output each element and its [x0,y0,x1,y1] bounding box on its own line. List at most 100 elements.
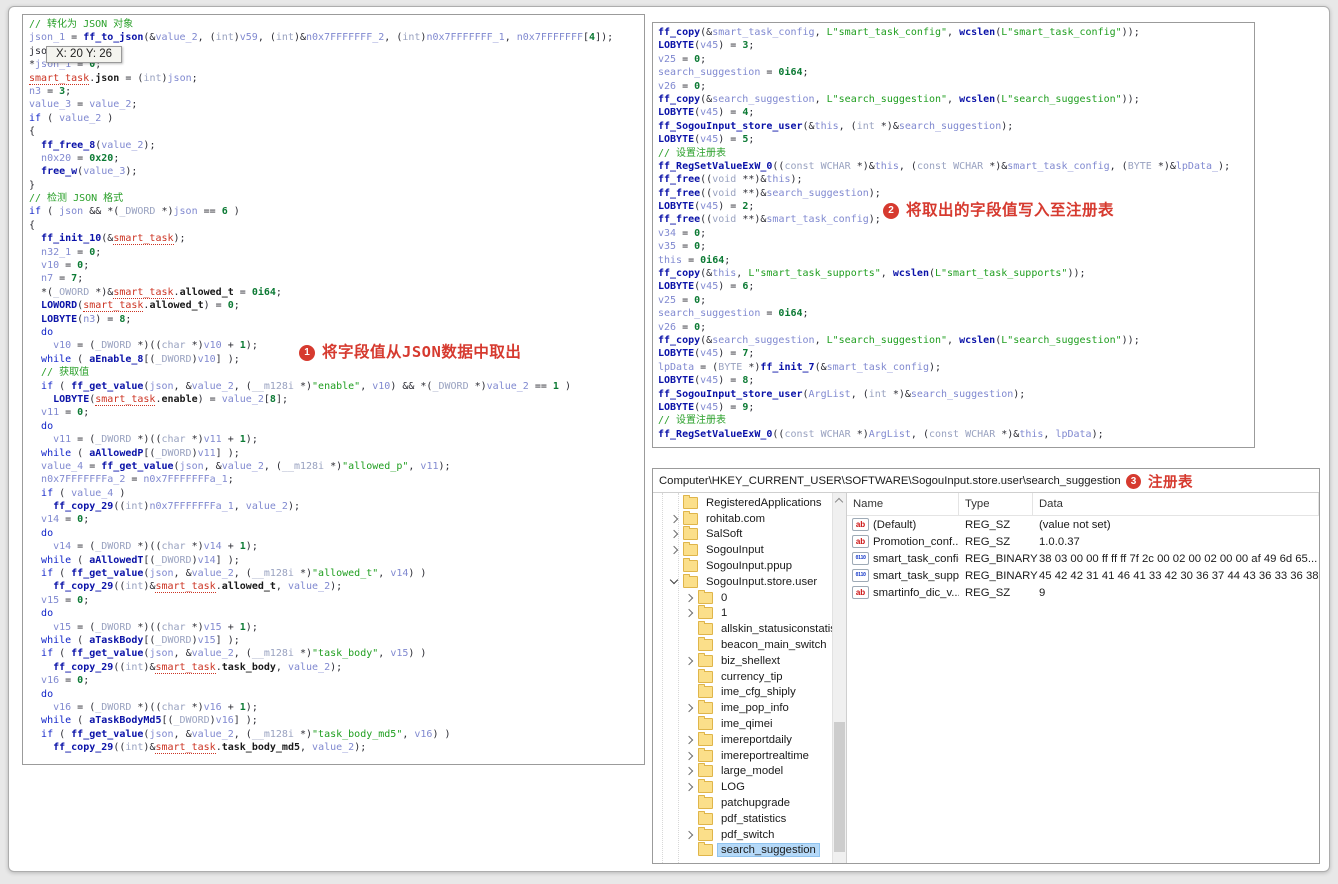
tree-item-rohitab-com[interactable]: rohitab.com [653,510,846,527]
folder-icon [698,621,713,636]
tree-item-label[interactable]: beacon_main_switch [718,639,830,651]
annotation-1: 1 将字段值从JSON数据中取出 [299,344,521,361]
tree-item-label[interactable]: imereportrealtime [718,750,812,762]
registry-body: RegisteredApplications rohitab.com SalSoft… [653,493,1319,863]
value-name[interactable]: Promotion_conf... [873,536,959,548]
chevron-right-icon[interactable] [684,704,694,713]
value-name[interactable]: smart_task_config [873,553,959,565]
tree-item-imereportrealtime[interactable]: imereportrealtime [653,747,846,764]
code-line: do [41,608,54,620]
chevron-right-icon[interactable] [684,782,694,792]
column-header-data[interactable]: Data [1033,493,1319,515]
chevron-right-icon[interactable] [669,514,679,523]
scrollbar-up-arrow-icon[interactable] [833,493,846,506]
tree-item-beacon-main-switch[interactable]: beacon_main_switch [653,637,846,653]
tree-item-biz-shellext[interactable]: biz_shellext [653,652,846,669]
tree-item-label[interactable]: allskin_statusiconstatis [718,623,839,635]
value-type: REG_SZ [965,535,1011,548]
tree-item-label[interactable]: LOG [718,781,748,793]
code-line: v16 = (_DWORD *)((char *)v16 + 1); [53,701,258,713]
tree-item-label[interactable]: rohitab.com [703,513,768,525]
folder-icon [698,747,713,762]
tree-item-pdf-switch[interactable]: pdf_switch [653,826,846,843]
chevron-right-icon[interactable] [684,656,694,666]
value-name-cell[interactable]: smartinfo_dic_v... [847,586,959,599]
tree-item-label[interactable]: SogouInput.store.user [703,576,820,588]
tree-item-0[interactable]: 0 [653,589,846,606]
tree-item-label[interactable]: ime_pop_info [718,702,792,714]
code-line: n0x7FFFFFFFa_2 = n0x7FFFFFFFa_1; [41,474,234,486]
tree-item-1[interactable]: 1 [653,605,846,622]
code-line: ff_copy(&search_suggestion, L"search_sug… [658,93,1140,105]
tree-item-label[interactable]: SalSoft [703,528,745,540]
value-name[interactable]: smart_task_supp... [873,570,959,582]
chevron-right-icon[interactable] [684,609,694,618]
registry-value-row[interactable]: smartinfo_dic_v... REG_SZ 9 [847,584,1319,601]
tree-item-label[interactable]: ime_qimei [718,718,775,730]
code-line: // 转化为 JSON 对象 [29,19,134,30]
tree-item-large-model[interactable]: large_model [653,763,846,780]
folder-icon [698,652,713,667]
chevron-right-icon[interactable] [684,593,694,602]
chevron-right-icon[interactable] [684,767,694,776]
tree-item-ime-cfg-shiply[interactable]: ime_cfg_shiply [653,684,846,701]
value-name-cell[interactable]: smart_task_supp... [847,569,959,582]
code-line: v15 = (_DWORD *)((char *)v15 + 1); [53,621,258,633]
registry-address[interactable]: Computer\HKEY_CURRENT_USER\SOFTWARE\Sogo… [659,475,1121,487]
value-data: 45 42 42 31 41 46 41 33 42 30 36 37 44 4… [1039,569,1319,582]
tree-item-label[interactable]: biz_shellext [718,655,783,667]
reg-sz-icon [852,535,869,548]
tree-item-currency-tip[interactable]: currency_tip [653,668,846,685]
tree-item-label[interactable]: SogouInput [703,544,767,556]
tree-item-pdf-statistics[interactable]: pdf_statistics [653,810,846,827]
tree-item-sogouinput[interactable]: SogouInput [653,542,846,558]
tree-item-label[interactable]: patchupgrade [718,797,793,809]
tree-item-label[interactable]: SogouInput.ppup [703,560,795,572]
column-header-name[interactable]: Name [847,493,959,515]
tree-item-label[interactable]: large_model [718,765,786,777]
tree-item-label[interactable]: ime_cfg_shiply [718,686,799,698]
tree-item-imereportdaily[interactable]: imereportdaily [653,731,846,748]
code-line: ff_copy(&this, L"smart_task_supports", w… [658,268,1086,280]
tree-item-sogouinput-store-user[interactable]: SogouInput.store.user [653,573,846,590]
chevron-right-icon[interactable] [684,751,694,760]
chevron-right-icon[interactable] [669,546,679,555]
tree-item-label[interactable]: pdf_statistics [718,813,789,825]
code-line: v35 = 0; [658,241,707,253]
tree-item-label[interactable]: pdf_switch [718,829,777,841]
tree-item-patchupgrade[interactable]: patchupgrade [653,795,846,811]
tree-item-label[interactable]: 0 [718,592,730,604]
value-name-cell[interactable]: (Default) [847,518,959,531]
value-name[interactable]: smartinfo_dic_v... [873,587,959,599]
tree-item-ime-qimei[interactable]: ime_qimei [653,716,846,732]
chevron-right-icon[interactable] [669,530,679,539]
registry-address-bar[interactable]: Computer\HKEY_CURRENT_USER\SOFTWARE\Sogo… [653,469,1319,493]
tree-item-label[interactable]: currency_tip [718,671,786,683]
registry-value-row[interactable]: (Default) REG_SZ (value not set) [847,516,1319,533]
code-line: ff_copy(&search_suggestion, L"search_sug… [658,334,1140,346]
tree-item-sogouinput-ppup[interactable]: SogouInput.ppup [653,558,846,574]
tree-item-allskin-statusiconstatis[interactable]: allskin_statusiconstatis [653,621,846,637]
tree-item-label[interactable]: 1 [718,607,730,619]
chevron-down-icon[interactable] [669,576,679,585]
chevron-right-icon[interactable] [684,735,694,745]
tree-item-label[interactable]: RegisteredApplications [703,497,825,509]
registry-value-row[interactable]: smart_task_supp... REG_BINARY45 42 42 31 … [847,567,1319,584]
value-name-cell[interactable]: Promotion_conf... [847,535,959,548]
scrollbar-thumb[interactable] [834,722,845,852]
value-name[interactable]: (Default) [873,519,916,531]
value-name-cell[interactable]: smart_task_config [847,552,959,565]
registry-value-row[interactable]: smart_task_config REG_BINARY38 03 00 00 f… [847,550,1319,567]
tree-item-label[interactable]: search_suggestion [717,843,820,858]
tree-item-label[interactable]: imereportdaily [718,734,795,746]
tree-item-salsoft[interactable]: SalSoft [653,526,846,543]
registry-value-row[interactable]: Promotion_conf... REG_SZ 1.0.0.37 [847,533,1319,550]
tree-item-search-suggestion[interactable]: search_suggestion [653,842,846,859]
tree-scrollbar[interactable] [832,493,846,863]
tree-item-log[interactable]: LOG [653,779,846,795]
column-header-type[interactable]: Type [959,493,1033,515]
tree-item-registeredapplications[interactable]: RegisteredApplications [653,494,846,511]
chevron-right-icon[interactable] [684,830,694,839]
tree-item-ime-pop-info[interactable]: ime_pop_info [653,700,846,716]
code-line: LOBYTE(v45) = 8; [658,375,755,387]
